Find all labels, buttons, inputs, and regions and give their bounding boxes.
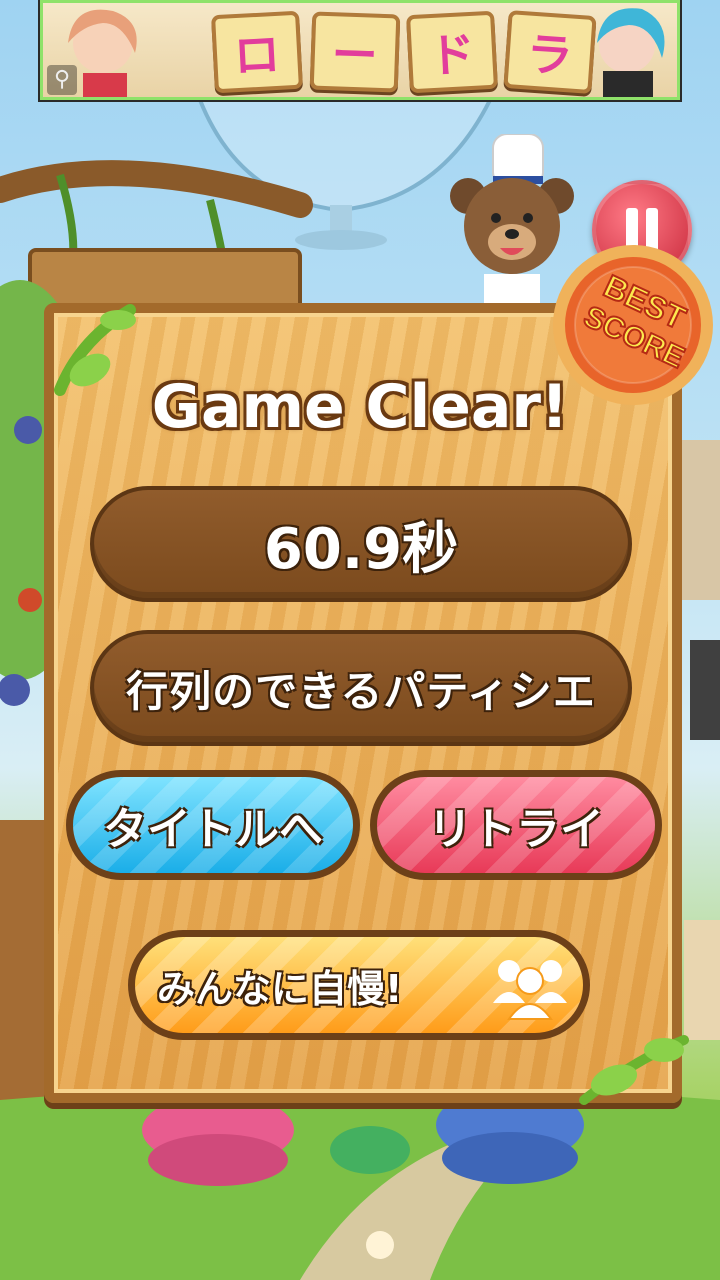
game-clear-heading: Game Clear! xyxy=(151,372,569,442)
anime-girl-right-illustration xyxy=(597,8,665,97)
banner-title-char: ー xyxy=(309,11,400,93)
vine-leaf-decoration xyxy=(579,1035,689,1105)
people-group-icon xyxy=(493,960,567,1020)
ad-banner[interactable]: ロ ー ド ラ ⚲ xyxy=(38,0,682,102)
rank-title: 行列のできるパティシエ xyxy=(90,630,632,746)
banner-title: ロ ー ド ラ xyxy=(211,10,596,94)
magnifier-icon[interactable]: ⚲ xyxy=(47,65,77,95)
share-button[interactable]: みんなに自慢! xyxy=(128,930,590,1040)
share-button-label: みんなに自慢! xyxy=(157,966,403,1011)
clear-time: 60.9秒 xyxy=(90,486,632,602)
banner-title-char: ロ xyxy=(211,10,303,94)
back-to-title-button[interactable]: タイトルへ xyxy=(66,770,360,880)
retry-button[interactable]: リトライ xyxy=(370,770,662,880)
banner-title-char: ド xyxy=(406,10,498,94)
